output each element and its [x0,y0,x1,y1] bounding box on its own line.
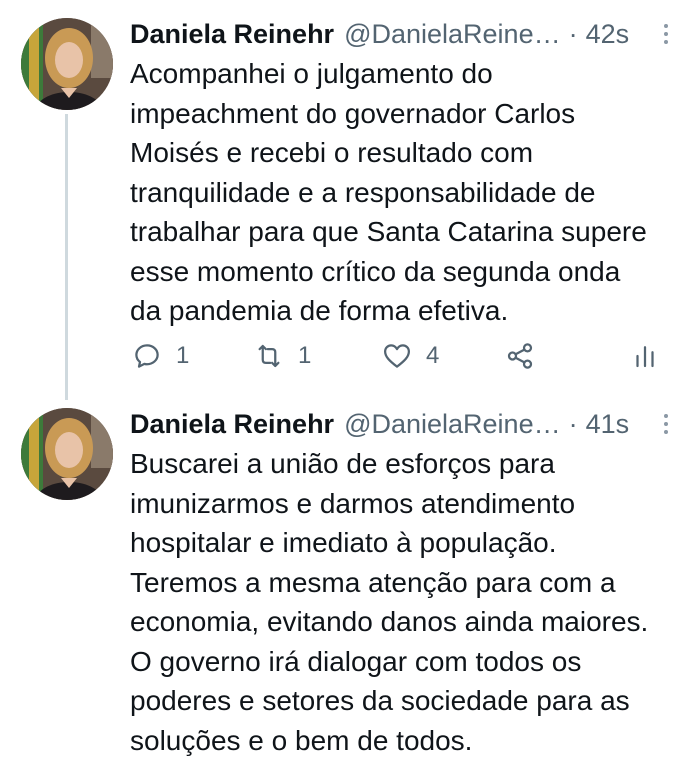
share-icon [507,343,533,369]
tweet-text-line: trabalhar para que Santa Catarina supere [130,216,647,247]
tweet-text-line: poderes e setores da sociedade para as [130,685,630,716]
tweet-text-line: da pandemia de forma efetiva. [130,295,509,326]
tweet-actions: 1 1 4 [130,336,670,376]
tweet-header: Daniela Reinehr @DanielaReine… · 41s [130,404,676,444]
separator: · [568,408,578,439]
thread-connector [65,114,68,400]
author-handle[interactable]: @DanielaReine… [344,409,561,440]
tweet[interactable]: Daniela Reinehr @DanielaReine… · 41s Bus… [0,400,700,764]
tweet-text-line: Buscarei a união de esforços para [130,448,555,479]
more-vertical-icon[interactable] [656,20,676,48]
share-button[interactable] [505,336,535,376]
reply-button[interactable]: 1 [132,336,189,376]
author-handle[interactable]: @DanielaReine… [344,19,561,50]
tweet-text-line: Teremos a mesma atenção para com a [130,566,616,598]
avatar-photo [21,18,113,110]
more-vertical-icon[interactable] [656,410,676,438]
timestamp[interactable]: 41s [586,409,630,440]
tweet-text-line: imunizarmos e darmos atendimento [130,487,576,519]
tweet-header: Daniela Reinehr @DanielaReine… · 42s [130,14,676,54]
tweet-text-line: impeachment do governador Carlos [130,97,576,129]
author-name[interactable]: Daniela Reinehr [130,19,334,50]
tweet-text-line: esse momento crítico da segunda onda [130,255,621,287]
analytics-icon [636,346,654,368]
tweet-text-line: hospitalar e imediato à população. [130,527,557,558]
retweet-icon [258,344,280,368]
tweet-text: Acompanhei o julgamento do impeachment d… [130,54,690,331]
reply-icon [135,344,159,368]
analytics-button[interactable] [630,336,660,376]
heart-icon [384,344,410,368]
separator: · [568,18,578,49]
tweet[interactable]: Daniela Reinehr @DanielaReine… · 42s Aco… [0,0,700,400]
tweet-text: Buscarei a união de esforços para imuniz… [130,444,690,760]
avatar[interactable] [21,408,113,500]
author-name[interactable]: Daniela Reinehr [130,409,334,440]
avatar-photo [21,408,113,500]
like-count: 4 [426,342,440,369]
like-button[interactable]: 4 [382,336,439,376]
retweet-count: 1 [298,342,312,369]
reply-count: 1 [176,342,190,369]
tweet-text-line: O governo irá dialogar com todos os [130,645,582,677]
timestamp[interactable]: 42s [586,19,630,50]
tweet-text-line: soluções e o bem de todos. [130,724,473,756]
tweet-text-line: economia, evitando danos ainda maiores. [130,606,649,637]
thread: Daniela Reinehr @DanielaReine… · 42s Aco… [0,0,700,764]
avatar[interactable] [21,18,113,110]
retweet-button[interactable]: 1 [254,336,311,376]
tweet-text-line: Moisés e recebi o resultado com [130,137,534,168]
tweet-text-line: Acompanhei o julgamento do [130,58,493,89]
tweet-text-line: tranquilidade e a responsabilidade de [130,176,596,208]
